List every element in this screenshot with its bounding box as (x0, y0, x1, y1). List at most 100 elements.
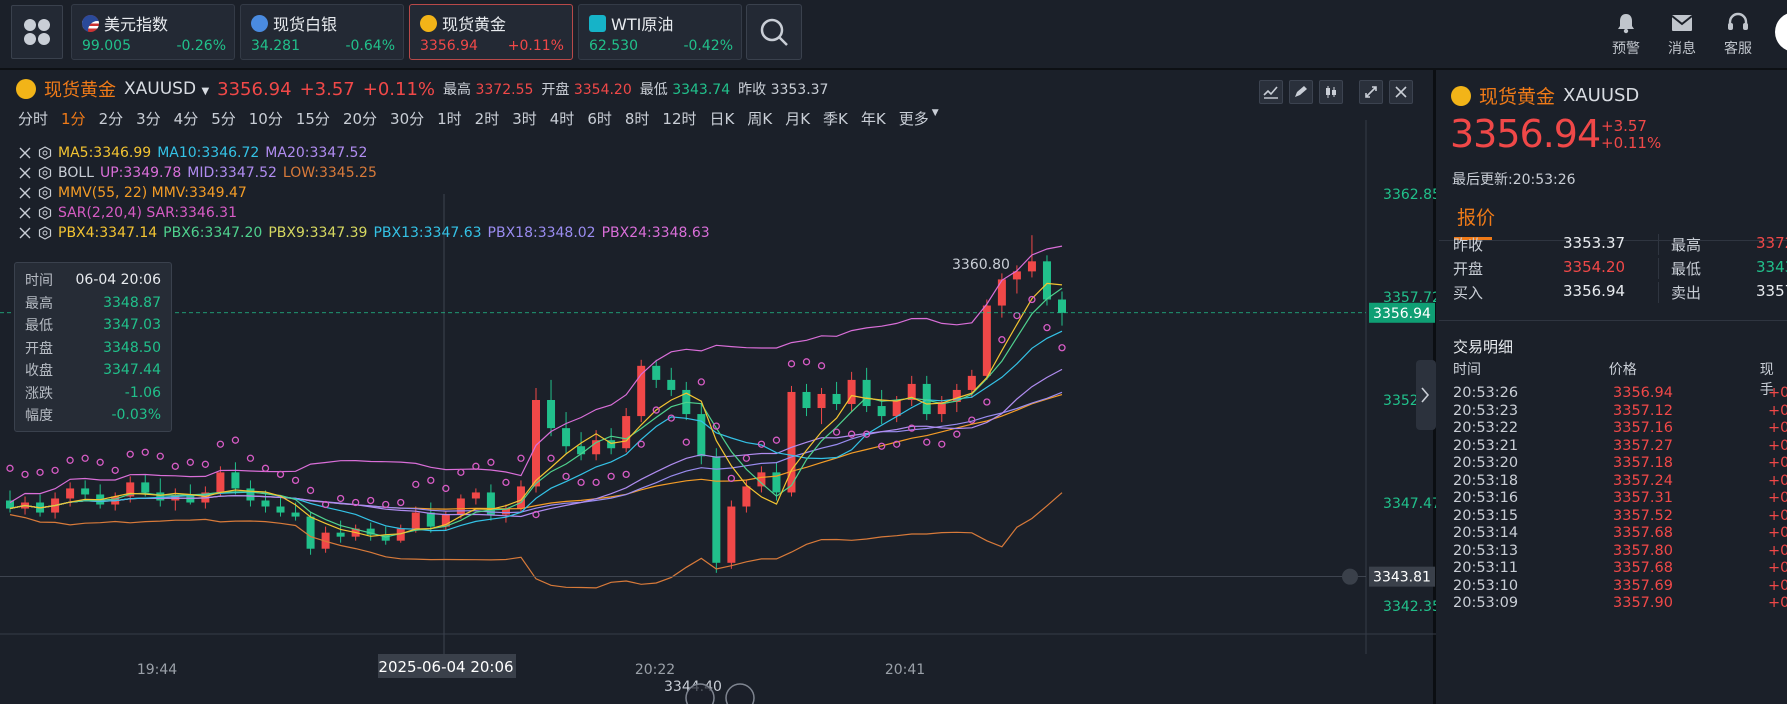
trade-volume: +0.1 (1768, 402, 1787, 419)
alert-button[interactable]: 预警 (1604, 12, 1648, 58)
candle-body (862, 379, 871, 407)
candle-body (66, 488, 75, 499)
chart-type-button[interactable] (1319, 80, 1343, 104)
sar-dot (637, 440, 645, 448)
sar-dot (592, 478, 600, 487)
sar-dot (51, 466, 59, 474)
prev-close-stat: 昨收 3353.37 (738, 82, 829, 98)
trade-price: 3357.27 (1613, 437, 1673, 454)
close-icon[interactable] (18, 206, 32, 220)
candle-body (411, 512, 420, 529)
chevron-down-icon: ▼ (201, 86, 210, 97)
ticker-card-silver[interactable]: 现货白银 34.281 -0.64% (240, 4, 404, 60)
settings-icon[interactable] (38, 146, 52, 160)
mmv-value: MMV(55, 22) MMV:3349.47 (58, 185, 247, 201)
avatar[interactable] (1775, 12, 1787, 52)
ticker-card-gold[interactable]: 现货黄金 3356.94 +0.11% (409, 4, 573, 60)
chart-panel: 现货黄金 XAUUSD ▼ 3356.94 +3.57 +0.11% 最高 33… (0, 70, 1436, 704)
ma10-value: MA10:3346.72 (157, 145, 260, 161)
sar-dot (427, 476, 435, 485)
close-icon[interactable] (18, 146, 32, 160)
sar-dot (502, 478, 510, 487)
candle-body (802, 391, 811, 409)
close-icon[interactable] (18, 226, 32, 240)
sar-dot (953, 430, 961, 438)
ticker-name: 现货黄金 (442, 15, 507, 34)
sar-dot (547, 454, 555, 462)
close-icon[interactable] (18, 186, 32, 200)
y-axis-tick-label: 3342.35 (1383, 599, 1436, 615)
trade-volume: +0.1 (1768, 542, 1787, 559)
sar-dot (216, 440, 225, 448)
quote-symbol: XAUUSD (1563, 85, 1640, 106)
draw-tool-button[interactable] (1289, 80, 1313, 104)
sar-dot (397, 498, 405, 507)
tab-quote[interactable]: 报价 (1457, 203, 1495, 230)
expand-button[interactable] (1359, 80, 1383, 104)
quote-row: 开盘 3354.20 最低3343.74 (1453, 258, 1787, 279)
sar-dot (847, 430, 856, 438)
candlestick-icon (1326, 86, 1336, 98)
candle-body (622, 416, 631, 449)
quote-value: 3372.55 (1756, 234, 1787, 252)
apps-menu-button[interactable] (11, 5, 63, 59)
sar-dot (622, 470, 630, 479)
high-stat: 最高 3372.55 (443, 82, 534, 98)
boll-name: BOLL (58, 165, 94, 181)
indicator-tool-button[interactable] (1259, 80, 1283, 104)
messages-button[interactable]: 消息 (1660, 12, 1704, 58)
quote-label: 买入 (1453, 284, 1484, 302)
trade-row: 20:53:23 3357.12 +0.1 (1453, 403, 1787, 419)
ticker-card-wti[interactable]: WTI原油 62.530 -0.42% (578, 4, 742, 60)
ticker-price: 99.005 (82, 38, 131, 54)
candle-body (336, 532, 345, 537)
settings-icon[interactable] (38, 226, 52, 240)
pbx9-value: PBX9:3347.39 (268, 225, 368, 241)
support-button[interactable]: 客服 (1716, 12, 1760, 58)
boll-up-value: UP:3349.78 (99, 165, 182, 181)
sar-dot (457, 468, 465, 477)
search-button[interactable] (746, 4, 802, 60)
indicator-row-boll: BOLL UP:3349.78 MID:3347.52 LOW:3345.25 (18, 163, 710, 183)
symbol-selector[interactable]: XAUUSD ▼ (124, 79, 209, 99)
step-back-icon (685, 683, 715, 704)
settings-icon[interactable] (38, 186, 52, 200)
sar-dot (21, 470, 29, 479)
quote-label: 最低 (1658, 258, 1756, 279)
sar-dot (983, 398, 991, 406)
close-icon[interactable] (18, 166, 32, 180)
close-chart-button[interactable] (1389, 80, 1413, 104)
trade-row: 20:53:09 3357.90 +0.1 (1453, 595, 1787, 611)
mail-icon (1671, 15, 1693, 31)
candle-body (922, 383, 931, 415)
gold-icon (1451, 85, 1471, 106)
sar-dot (817, 362, 826, 370)
trade-time: 20:53:09 (1453, 595, 1519, 611)
chart-header: 现货黄金 XAUUSD ▼ 3356.94 +3.57 +0.11% 最高 33… (16, 78, 829, 101)
sar-dot (742, 454, 751, 462)
gold-icon (16, 79, 36, 99)
candle-body (982, 305, 991, 376)
settings-icon[interactable] (38, 206, 52, 220)
tooltip-label: 幅度 (25, 408, 53, 425)
tooltip-row: 涨跌 -1.06 (25, 382, 161, 405)
ticker-change: -0.42% (683, 38, 733, 54)
candle-body (967, 375, 976, 390)
ticker-name: 美元指数 (104, 15, 169, 34)
tooltip-row: 开盘 3348.50 (25, 337, 161, 360)
quote-value: 3354.20 (1563, 258, 1626, 276)
settings-icon[interactable] (38, 166, 52, 180)
trade-time: 20:53:26 (1453, 385, 1519, 401)
ticker-card-usd-index[interactable]: 美元指数 99.005 -0.26% (71, 4, 235, 60)
sar-dot (367, 496, 375, 505)
candle-body (757, 472, 766, 487)
trade-time: 20:53:21 (1453, 437, 1519, 454)
y-axis-tick-label: 3347.47 (1383, 496, 1436, 512)
tooltip-value: 06-04 20:06 (75, 272, 161, 289)
sar-dot (802, 358, 811, 366)
sar-dot (577, 478, 585, 487)
sar-dot (231, 436, 240, 444)
sar-dot (6, 464, 14, 472)
alert-bell-icon (1342, 568, 1358, 585)
trade-detail-title: 交易明细 (1453, 338, 1514, 356)
